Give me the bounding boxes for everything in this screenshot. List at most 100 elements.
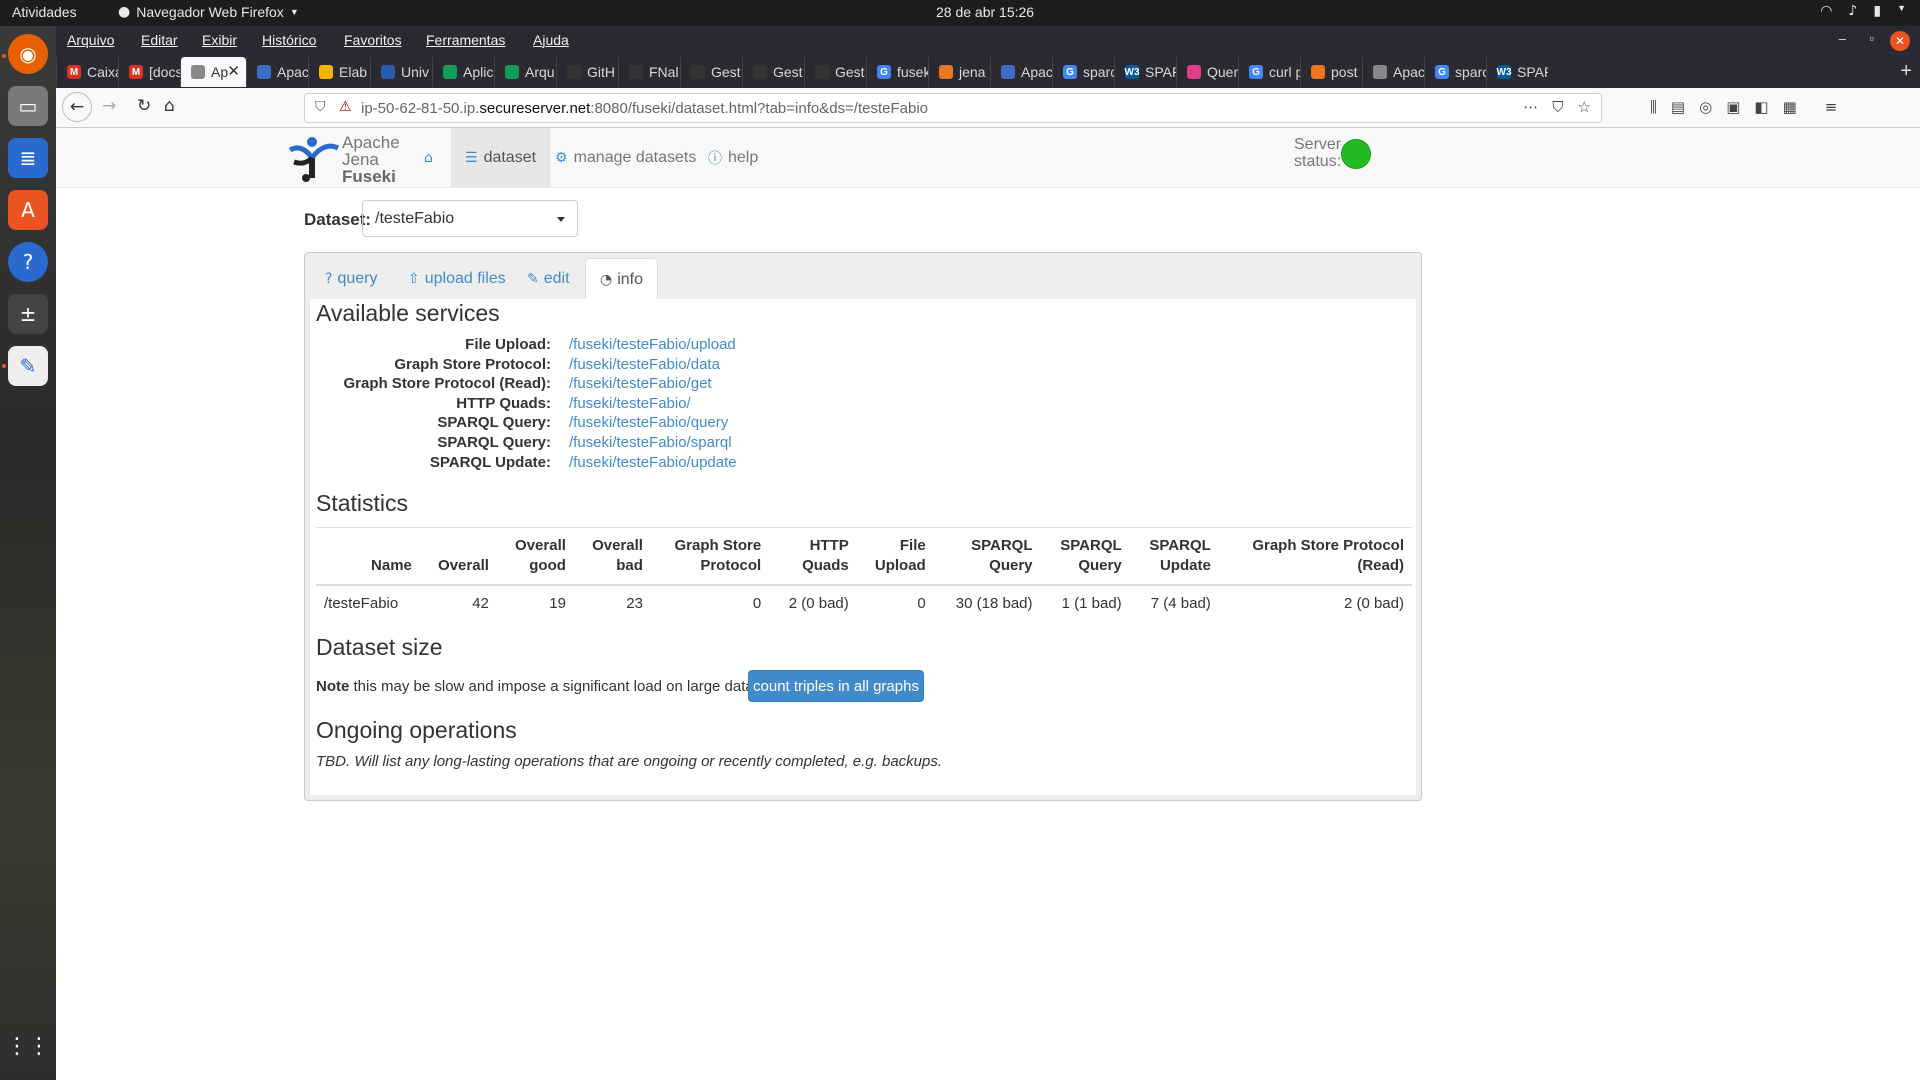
restore-icon[interactable]: ▫: [1869, 31, 1874, 46]
menu-exibir[interactable]: Exibir: [202, 32, 237, 48]
menu-editar[interactable]: Editar: [141, 32, 178, 48]
minimize-icon[interactable]: –: [1839, 31, 1846, 46]
bookmark-star-icon[interactable]: ☆: [1578, 98, 1591, 116]
qr-icon[interactable]: ▦: [1783, 98, 1797, 116]
nav-dataset[interactable]: ☰ dataset: [451, 128, 551, 188]
browser-tab[interactable]: Gfusek: [866, 57, 928, 87]
page-actions-icon[interactable]: ⋯: [1523, 98, 1538, 116]
sidebar-icon[interactable]: ▤: [1671, 98, 1685, 116]
close-tab-icon[interactable]: ✕: [227, 62, 240, 80]
close-window-icon[interactable]: ✕: [1890, 31, 1910, 51]
browser-tab-label: Quer: [1207, 64, 1238, 80]
service-link[interactable]: /fuseki/testeFabio/update: [569, 454, 737, 471]
fuseki-navbar: Apache Jena Fuseki ⌂ ☰ dataset ⚙ manage da…: [56, 128, 1920, 188]
calculator-icon[interactable]: ±: [8, 294, 48, 334]
account-icon[interactable]: ◎: [1699, 98, 1712, 116]
system-tray[interactable]: ◠ ♪ ▮ ▼: [1820, 3, 1906, 19]
service-link[interactable]: /fuseki/testeFabio/upload: [569, 336, 736, 353]
column-header: Graph Store Protocol (Read): [1218, 527, 1412, 586]
clipboard-icon[interactable]: ▣: [1726, 98, 1740, 116]
files-icon[interactable]: ▭: [8, 86, 48, 126]
browser-tab[interactable]: Gest: [804, 57, 866, 87]
new-tab-icon[interactable]: +: [1900, 60, 1912, 83]
clock[interactable]: 28 de abr 15:26: [936, 4, 1034, 20]
browser-tab[interactable]: Aplic: [432, 57, 494, 87]
hamburger-menu-icon[interactable]: ≡: [1825, 98, 1838, 116]
menu-ajuda[interactable]: Ajuda: [533, 32, 569, 48]
browser-tab[interactable]: M [docs: [118, 57, 180, 87]
back-icon[interactable]: ←: [62, 92, 92, 122]
menu-ferramentas[interactable]: Ferramentas: [426, 32, 505, 48]
url-bar[interactable]: ⛉ ⚠ ip-50-62-81-50.ip.secureserver.net:8…: [304, 93, 1602, 123]
service-link[interactable]: /fuseki/testeFabio/data: [569, 356, 720, 373]
dataset-select[interactable]: /testeFabio: [362, 200, 578, 237]
browser-tab[interactable]: Apac: [1362, 57, 1424, 87]
firefox-icon[interactable]: ◉: [8, 34, 48, 74]
browser-tab[interactable]: Gest: [680, 57, 742, 87]
nav-manage-datasets[interactable]: ⚙ manage datasets: [541, 128, 710, 188]
service-link[interactable]: /fuseki/testeFabio/get: [569, 375, 712, 392]
app-menu[interactable]: ● Navegador Web Firefox ▼: [118, 4, 299, 20]
menu-favoritos[interactable]: Favoritos: [344, 32, 402, 48]
tab-info[interactable]: ◔ info: [585, 258, 659, 300]
favicon-icon: G: [1249, 65, 1263, 79]
home-icon[interactable]: ⌂: [164, 96, 175, 116]
count-triples-button[interactable]: count triples in all graphs: [748, 670, 924, 702]
browser-tab[interactable]: Gest: [742, 57, 804, 87]
help-icon[interactable]: ?: [8, 242, 48, 282]
browser-tab[interactable]: post: [1300, 57, 1362, 87]
service-link[interactable]: /fuseki/testeFabio/: [569, 395, 691, 412]
service-link[interactable]: /fuseki/testeFabio/query: [569, 414, 728, 431]
menu-arquivo[interactable]: Arquivo: [67, 32, 114, 48]
browser-tab[interactable]: Gcurl p: [1238, 57, 1300, 87]
show-apps-icon[interactable]: ⋮⋮: [6, 1026, 50, 1066]
fuseki-logo[interactable]: Apache Jena Fuseki: [286, 130, 400, 186]
browser-tab[interactable]: M Caixa: [56, 57, 118, 87]
nav-help[interactable]: ⓘ help: [694, 128, 772, 188]
tab-upload-files[interactable]: ⇧ upload files: [394, 258, 520, 299]
browser-tab[interactable]: Ap ✕: [180, 57, 246, 87]
nav-home[interactable]: ⌂: [410, 128, 453, 188]
browser-tab[interactable]: Quer: [1176, 57, 1238, 87]
upload-icon: ⇧: [408, 270, 420, 287]
browser-tab[interactable]: Gsparc: [1052, 57, 1114, 87]
insecure-lock-icon[interactable]: ⚠: [339, 99, 352, 115]
browser-tab[interactable]: Apac: [246, 57, 308, 87]
edit-icon: ✎: [527, 270, 539, 287]
favicon-icon: [1187, 65, 1201, 79]
browser-tab[interactable]: FNal: [618, 57, 680, 87]
logo-jena: Jena: [342, 150, 379, 169]
web-page: Apache Jena Fuseki ⌂ ☰ dataset ⚙ manage da…: [56, 128, 1920, 1080]
text-editor-icon[interactable]: ✎: [8, 346, 48, 386]
reload-icon[interactable]: ↻: [137, 96, 151, 116]
browser-tab[interactable]: W3 SPAR: [1114, 57, 1176, 87]
url-text[interactable]: ip-50-62-81-50.ip.secureserver.net:8080/…: [361, 100, 928, 117]
browser-tab[interactable]: GitH: [556, 57, 618, 87]
activities-button[interactable]: Atividades: [12, 4, 77, 20]
library-icon[interactable]: ⫼: [1650, 98, 1657, 116]
service-link[interactable]: /fuseki/testeFabio/sparql: [569, 434, 732, 451]
column-header: Overall bad: [573, 527, 651, 586]
browser-tab[interactable]: Univ: [370, 57, 432, 87]
tab-query[interactable]: ? query: [311, 258, 391, 299]
browser-tab[interactable]: Gsparc: [1424, 57, 1486, 87]
browser-tab[interactable]: Apac: [990, 57, 1052, 87]
browser-tab[interactable]: W3 SPAR: [1486, 57, 1548, 87]
pocket-icon[interactable]: ⛉: [1552, 98, 1563, 116]
extension-icon[interactable]: ◧: [1754, 98, 1768, 116]
browser-tab[interactable]: jena: [928, 57, 990, 87]
tab-edit[interactable]: ✎ edit: [513, 258, 584, 299]
browser-tab[interactable]: Arqu: [494, 57, 556, 87]
software-center-icon[interactable]: A: [8, 190, 48, 230]
forward-icon[interactable]: →: [102, 96, 116, 116]
writer-icon[interactable]: ≣: [8, 138, 48, 178]
favicon-icon: [505, 65, 519, 79]
statistics-table: Name Overall Overall good Overall bad Graph St…: [316, 527, 1412, 622]
shield-icon[interactable]: ⛉: [315, 99, 326, 115]
browser-tab-label: Gest: [711, 64, 741, 80]
browser-tab-label: sparc: [1083, 64, 1114, 80]
browser-tab[interactable]: Elab: [308, 57, 370, 87]
menu-historico[interactable]: Histórico: [262, 32, 316, 48]
table-cell: 7 (4 bad): [1129, 584, 1219, 622]
dataset-select-value: /testeFabio: [375, 210, 455, 227]
